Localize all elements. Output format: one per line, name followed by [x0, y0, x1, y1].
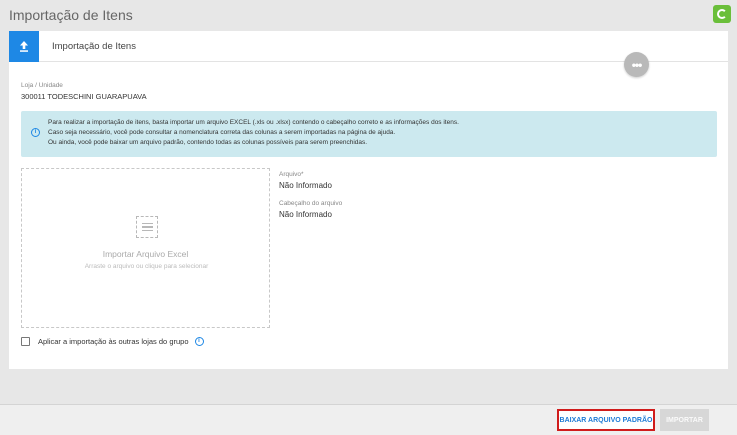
page-title: Importação de Itens	[9, 7, 133, 23]
help-icon[interactable]: i	[194, 337, 204, 346]
refresh-icon[interactable]	[713, 5, 731, 23]
upload-icon[interactable]	[9, 31, 39, 62]
file-label: Arquivo*	[279, 171, 304, 178]
header-value: Não Informado	[279, 210, 332, 219]
download-template-button[interactable]: BAIXAR ARQUIVO PADRÃO	[557, 409, 655, 431]
info-icon: i	[31, 128, 40, 137]
document-icon	[136, 216, 158, 238]
info-line: Para realizar a importação de itens, bas…	[48, 119, 459, 126]
info-line: Ou ainda, você pode baixar um arquivo pa…	[48, 139, 368, 146]
import-button[interactable]: IMPORTAR	[660, 409, 709, 431]
card-header: Importação de Itens	[9, 31, 728, 62]
apply-group-row: Aplicar a importação às outras lojas do …	[21, 337, 204, 346]
info-line: Caso seja necessário, você pode consulta…	[48, 129, 396, 136]
header-label: Cabeçalho do arquivo	[279, 200, 343, 207]
apply-group-checkbox[interactable]	[21, 337, 30, 346]
dropzone-subtitle: Arraste o arquivo ou clique para selecio…	[84, 263, 209, 270]
dropzone-title: Importar Arquivo Excel	[102, 249, 189, 259]
apply-group-label: Aplicar a importação às outras lojas do …	[38, 337, 189, 346]
store-value: 300011 TODESCHINI GUARAPUAVA	[21, 92, 147, 101]
info-box: i Para realizar a importação de itens, b…	[21, 111, 717, 157]
file-value: Não Informado	[279, 181, 332, 190]
more-options-button[interactable]: •••	[624, 52, 649, 77]
file-dropzone[interactable]: Importar Arquivo Excel Arraste o arquivo…	[21, 168, 270, 328]
store-label: Loja / Unidade	[21, 82, 63, 89]
card-title: Importação de Itens	[52, 41, 136, 52]
